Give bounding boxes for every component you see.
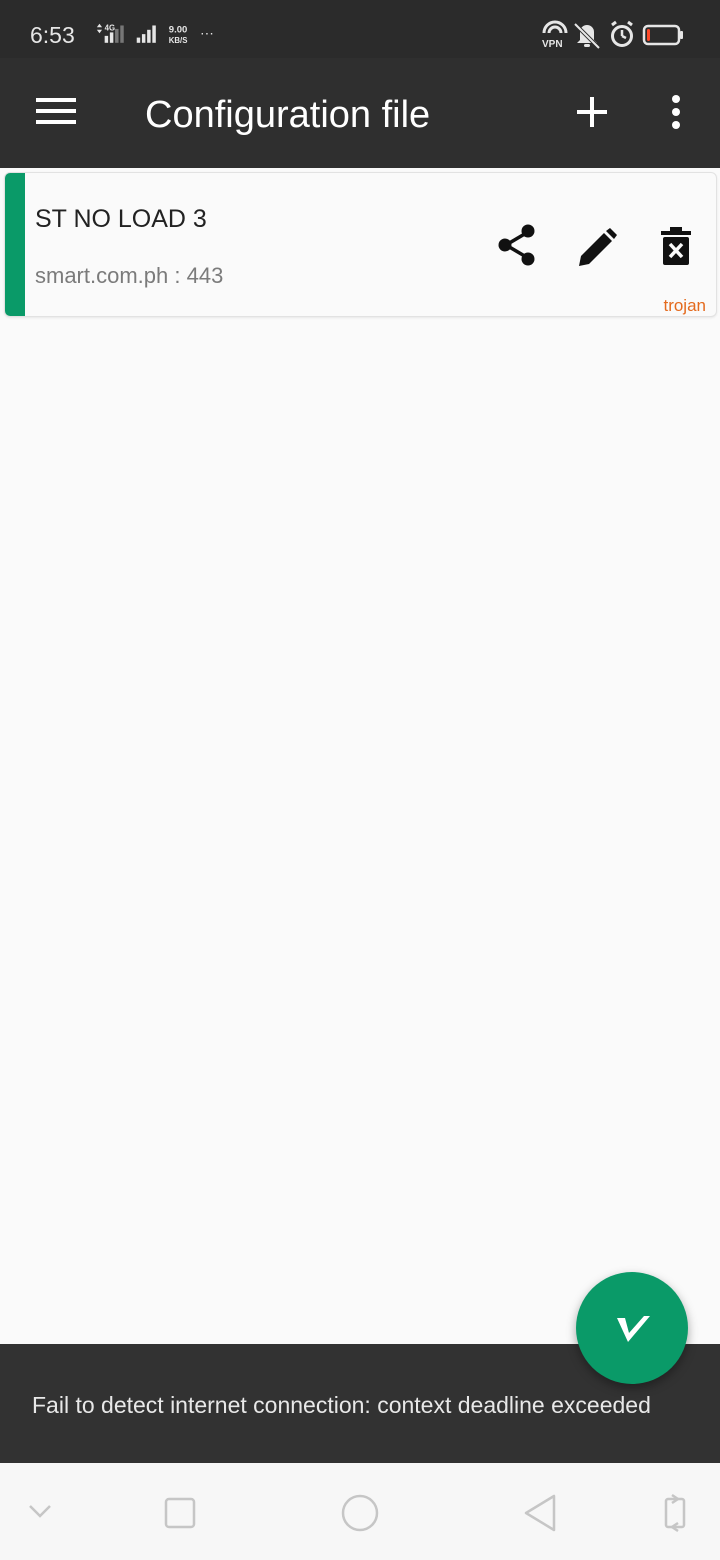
address-separator: : (168, 263, 187, 288)
menu-icon[interactable] (36, 96, 76, 126)
mute-icon (573, 22, 601, 50)
server-port: 443 (186, 263, 224, 288)
protocol-label: trojan (663, 296, 706, 315)
data-transfer-icon (96, 23, 103, 34)
speed-value: 9.00 (169, 24, 188, 35)
status-right-icons: VPN (542, 20, 683, 50)
vpn-icon: VPN (542, 20, 568, 50)
battery-level-fill (647, 29, 650, 41)
selected-indicator (5, 173, 25, 316)
connect-fab-button[interactable] (576, 1272, 688, 1384)
more-notifications-indicator: ··· (200, 25, 214, 41)
recents-icon[interactable] (164, 1497, 196, 1529)
server-list-item[interactable]: ST NO LOAD 3 smart.com.ph : 443 trojan (4, 172, 717, 317)
collapse-icon[interactable] (28, 1503, 52, 1519)
share-icon[interactable] (497, 224, 537, 266)
signal-4g-icon: 4G (104, 24, 124, 43)
add-icon[interactable] (576, 96, 608, 128)
battery-icon (642, 24, 683, 46)
v-logo-icon (617, 1316, 650, 1342)
home-icon[interactable] (340, 1493, 380, 1533)
signal-icon (136, 25, 156, 43)
server-name: ST NO LOAD 3 (35, 205, 207, 233)
app-bar: Configuration file (0, 58, 720, 168)
status-bar: 6:53 4G 9.00 KB/S ··· VPN (0, 0, 720, 58)
more-vert-icon[interactable] (668, 94, 684, 130)
edit-icon[interactable] (577, 228, 617, 268)
server-host: smart.com.ph (35, 263, 169, 288)
alarm-icon (611, 20, 633, 47)
system-navigation-bar (0, 1463, 720, 1560)
server-address: smart.com.ph : 443 (35, 263, 223, 289)
vpn-label: VPN (542, 39, 563, 50)
snackbar-message: Fail to detect internet connection: cont… (32, 1392, 651, 1418)
delete-icon[interactable] (661, 227, 691, 265)
back-icon[interactable] (522, 1493, 558, 1533)
rotate-icon[interactable] (660, 1493, 690, 1533)
status-left-icons: 4G 9.00 KB/S ··· (96, 23, 214, 45)
speed-unit: KB/S (169, 36, 188, 45)
status-time: 6:53 (30, 22, 75, 48)
network-type-label: 4G (105, 24, 115, 33)
page-title: Configuration file (145, 94, 431, 136)
